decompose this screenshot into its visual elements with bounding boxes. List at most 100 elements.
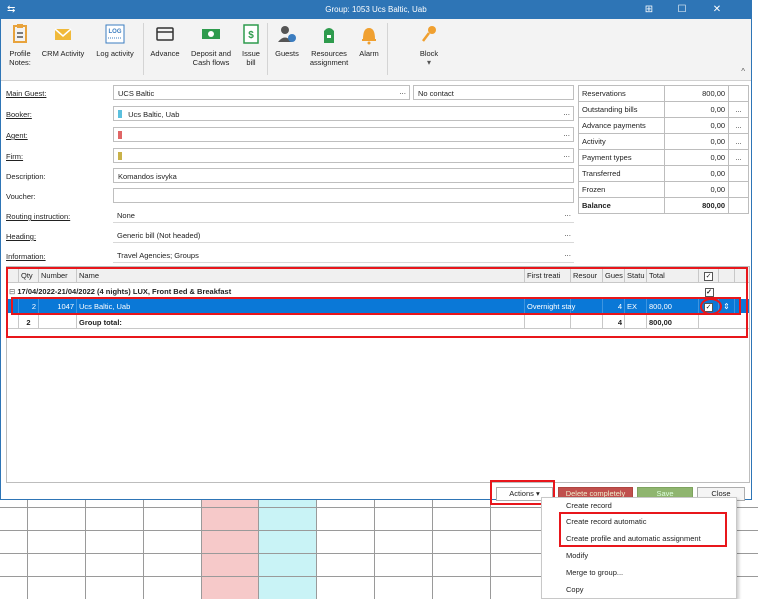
agent-lookup-button[interactable]: ... <box>563 129 570 138</box>
main-guest-value: UCS Baltic <box>118 89 155 98</box>
guests-button[interactable]: Guests <box>271 23 303 58</box>
contact-field[interactable]: No contact <box>413 85 574 100</box>
description-field[interactable]: Komandos isvyka <box>113 168 574 183</box>
collapse-ribbon-icon[interactable]: ^ <box>741 67 745 76</box>
firm-lookup-button[interactable]: ... <box>563 150 570 159</box>
booker-value: Ucs Baltic, Uab <box>128 110 180 119</box>
heading-field[interactable]: Generic bill (Not headed) ... <box>113 228 574 243</box>
summary-details-button <box>728 165 749 182</box>
information-value: Travel Agencies; Groups <box>117 251 199 260</box>
summary-value: 800,00 <box>663 85 730 102</box>
ribbon-label: Alarm <box>359 49 379 58</box>
routing-lookup-button[interactable]: ... <box>564 209 571 218</box>
ribbon-label: Resources assignment <box>309 49 349 67</box>
heading-lookup-button[interactable]: ... <box>564 229 571 238</box>
booker-label[interactable]: Booker: <box>6 110 32 119</box>
summary-row: Outstanding bills 0,00... <box>578 101 749 118</box>
advance-button[interactable]: Advance <box>147 23 183 58</box>
alarm-button[interactable]: Alarm <box>355 23 383 58</box>
summary-name: Outstanding bills <box>578 101 665 118</box>
annotation-menu-highlight <box>559 512 727 547</box>
annotation-checkbox-circle <box>700 298 722 315</box>
summary-row: Activity 0,00... <box>578 133 749 150</box>
svg-text:$: $ <box>248 30 254 41</box>
summary-value: 0,00 <box>663 101 730 118</box>
profile-notes-button[interactable]: Profile Notes: <box>5 23 35 67</box>
log-activity-button[interactable]: LOG Log activity <box>91 23 139 58</box>
heading-label[interactable]: Heading: <box>6 232 36 241</box>
resources-assignment-button[interactable]: Resources assignment <box>305 23 353 67</box>
summary-row: Frozen 0,00 <box>578 181 749 198</box>
summary-details-button[interactable]: ... <box>728 117 749 134</box>
summary-name: Reservations <box>578 85 665 102</box>
menu-item-create-record[interactable]: Create record <box>566 501 612 510</box>
summary-row: Advance payments 0,00... <box>578 117 749 134</box>
routing-field[interactable]: None ... <box>113 208 574 223</box>
guests-icon <box>276 23 298 45</box>
firm-label[interactable]: Firm: <box>6 152 23 161</box>
chevron-down-icon[interactable]: ▾ <box>411 58 447 67</box>
information-lookup-button[interactable]: ... <box>564 249 571 258</box>
alarm-icon <box>358 23 380 45</box>
block-button[interactable]: Block ▾ <box>411 23 447 67</box>
voucher-field[interactable] <box>113 188 574 203</box>
main-guest-lookup-button[interactable]: ... <box>399 87 406 96</box>
calendar-highlight-pink <box>201 500 258 599</box>
summary-name: Payment types <box>578 149 665 166</box>
description-label: Description: <box>6 172 46 181</box>
summary-value: 0,00 <box>663 133 730 150</box>
bill-icon: $ <box>240 23 262 45</box>
ribbon-label: Issue bill <box>242 49 260 67</box>
resources-icon <box>318 23 340 45</box>
agent-color-swatch <box>118 131 122 139</box>
summary-details-button[interactable]: ... <box>728 133 749 150</box>
summary-details-button <box>728 197 749 214</box>
agent-field[interactable]: ... <box>113 127 574 142</box>
information-label[interactable]: Information: <box>6 252 46 261</box>
svg-text:LOG: LOG <box>109 29 122 35</box>
ribbon-label: Guests <box>275 49 299 58</box>
routing-value: None <box>117 211 135 220</box>
firm-color-swatch <box>118 152 122 160</box>
summary-name: Advance payments <box>578 117 665 134</box>
log-icon: LOG <box>104 23 126 45</box>
booker-lookup-button[interactable]: ... <box>563 108 570 117</box>
menu-item-modify[interactable]: Modify <box>566 551 588 560</box>
summary-value: 0,00 <box>663 117 730 134</box>
summary-name: Frozen <box>578 181 665 198</box>
summary-name: Activity <box>578 133 665 150</box>
description-value: Komandos isvyka <box>118 172 177 181</box>
booker-field[interactable]: Ucs Baltic, Uab ... <box>113 106 574 121</box>
menu-item-copy[interactable]: Copy <box>566 585 584 594</box>
summary-details-button <box>728 181 749 198</box>
maximize-button[interactable]: ☐ <box>671 3 693 17</box>
financial-summary-table: Reservations 800,00 Outstanding bills 0,00.… <box>578 85 749 214</box>
summary-row: Payment types 0,00... <box>578 149 749 166</box>
issue-bill-button[interactable]: $ Issue bill <box>239 23 263 67</box>
close-window-button[interactable]: ✕ <box>706 3 728 17</box>
summary-row: Balance 800,00 <box>578 197 749 214</box>
main-guest-label[interactable]: Main Guest: <box>6 89 46 98</box>
deposit-cash-button[interactable]: Deposit and Cash flows <box>185 23 237 67</box>
menu-item-merge-to-group[interactable]: Merge to group... <box>566 568 623 577</box>
annotation-row-highlight <box>11 297 741 315</box>
summary-details-button[interactable]: ... <box>728 101 749 118</box>
information-field[interactable]: Travel Agencies; Groups ... <box>113 248 574 263</box>
contact-value: No contact <box>418 89 454 98</box>
summary-name: Balance <box>578 197 665 214</box>
ribbon-label: Log activity <box>96 49 134 58</box>
summary-value: 0,00 <box>663 181 730 198</box>
profile-notes-icon <box>9 23 31 45</box>
voucher-label: Voucher: <box>6 192 36 201</box>
firm-field[interactable]: ... <box>113 148 574 163</box>
crm-activity-button[interactable]: CRM Activity <box>37 23 89 58</box>
summary-details-button[interactable]: ... <box>728 149 749 166</box>
ribbon-label: Deposit and Cash flows <box>190 49 232 67</box>
group-window: ⇆ Group: 1053 Ucs Baltic, Uab ⊞ ☐ ✕ Prof… <box>0 0 752 505</box>
ribbon-toolbar: Profile Notes: CRM Activity LOG Log acti… <box>1 19 751 81</box>
restore-icon[interactable]: ⊞ <box>638 3 660 17</box>
advance-icon <box>154 23 176 45</box>
main-guest-field[interactable]: UCS Baltic ... <box>113 85 410 100</box>
routing-label[interactable]: Routing instruction: <box>6 212 70 221</box>
agent-label[interactable]: Agent: <box>6 131 28 140</box>
